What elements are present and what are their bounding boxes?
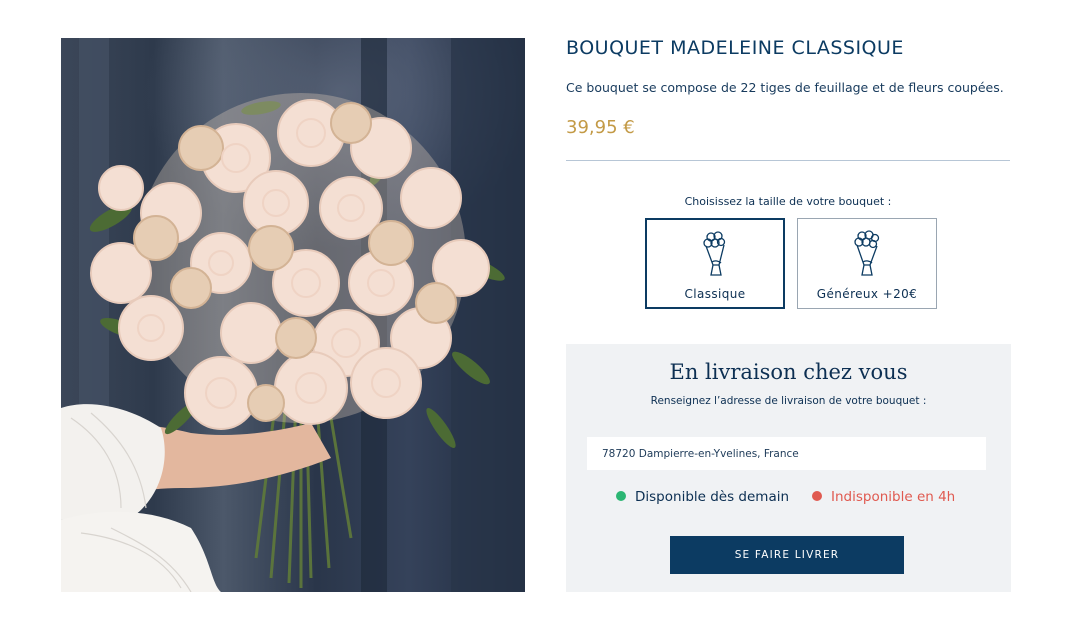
size-option-classique[interactable]: Classique [645,218,785,309]
product-price: 39,95 € [566,117,635,138]
availability-available: Disponible dès demain [616,489,789,505]
product-title: BOUQUET MADELEINE CLASSIQUE [566,37,904,59]
delivery-subtitle: Renseignez l’adresse de livraison de vot… [650,395,927,407]
deliver-button[interactable]: SE FAIRE LIVRER [670,536,904,574]
status-dot-red [812,491,822,501]
status-dot-green [616,491,626,501]
size-option-label: Classique [684,287,746,301]
availability-label: Indisponible en 4h [831,489,956,505]
bouquet-illustration [61,38,525,592]
product-description: Ce bouquet se compose de 22 tiges de feu… [566,80,1004,95]
divider [566,160,1010,161]
bouquet-icon [854,230,880,276]
delivery-panel: En livraison chez vous Renseignez l’adre… [566,344,1011,592]
size-option-label: Généreux +20€ [816,287,918,301]
size-option-genereux[interactable]: Généreux +20€ [797,218,937,309]
delivery-title: En livraison chez vous [669,360,908,384]
bouquet-icon [703,231,726,276]
address-input[interactable] [587,437,986,470]
availability-label: Disponible dès demain [635,489,790,505]
product-photo [61,38,525,592]
size-selector-label: Choisissez la taille de votre bouquet : [684,195,892,208]
availability-unavailable: Indisponible en 4h [812,489,955,505]
